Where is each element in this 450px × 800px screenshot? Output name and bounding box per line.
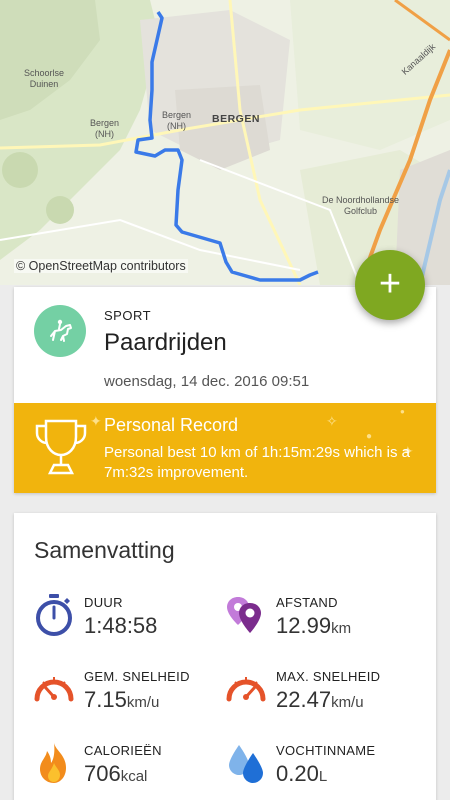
water-drops-icon xyxy=(229,745,263,783)
horse-riding-icon xyxy=(34,305,86,357)
stat-label: DUUR xyxy=(84,595,123,610)
speedometer-icon xyxy=(226,677,266,702)
activity-card: SPORT Paardrijden woensdag, 14 dec. 2016… xyxy=(14,287,436,493)
stat-distance: AFSTAND 12.99km xyxy=(226,593,426,653)
stat-value: 7.15km/u xyxy=(84,687,160,712)
sparkle-icon: ✧ xyxy=(326,413,338,429)
sparkle-icon: ✦ xyxy=(90,413,102,429)
map-label-bergen-mid: Bergen (NH) xyxy=(162,110,192,131)
map-label-bergen-left: Bergen (NH) xyxy=(90,118,120,139)
plus-icon: + xyxy=(378,262,402,305)
stat-value: 706kcal xyxy=(84,761,148,786)
flame-icon xyxy=(40,743,66,783)
sport-name: Paardrijden xyxy=(104,329,227,356)
stat-label: VOCHTINNAME xyxy=(276,743,376,758)
activity-date: woensdag, 14 dec. 2016 09:51 xyxy=(104,373,310,390)
speedometer-icon xyxy=(34,677,74,702)
map-canvas xyxy=(0,0,450,285)
stat-value: 0.20L xyxy=(276,761,328,786)
sport-label: SPORT xyxy=(104,308,152,323)
record-title: Personal Record xyxy=(104,415,239,435)
stat-duration: DUUR 1:48:58 xyxy=(34,593,234,653)
summary-card: Samenvatting DUUR 1:48:58 AFSTAND 12.99k… xyxy=(14,513,436,800)
map-label-golfclub: De Noordhollandse Golfclub xyxy=(322,195,400,216)
location-pin-icon xyxy=(227,597,261,633)
add-button[interactable]: + xyxy=(355,250,425,320)
summary-title: Samenvatting xyxy=(34,537,175,563)
route-map[interactable]: Schoorlse Duinen Bergen (NH) Bergen (NH)… xyxy=(0,0,450,285)
stat-water-intake: VOCHTINNAME 0.20L xyxy=(226,741,426,800)
map-attribution: © OpenStreetMap contributors xyxy=(14,259,188,273)
personal-record-banner[interactable]: ✦ ✧ ● ● ✦ Personal Record Personal best … xyxy=(14,403,436,493)
stopwatch-icon xyxy=(36,594,72,636)
stat-max-speed: MAX. SNELHEID 22.47km/u xyxy=(226,667,426,727)
stat-calories: CALORIEËN 706kcal xyxy=(34,741,234,800)
record-text: Personal best 10 km of 1h:15m:29s which … xyxy=(104,444,410,481)
map-label-bergen: BERGEN xyxy=(212,113,260,125)
stat-label: AFSTAND xyxy=(276,595,338,610)
stat-label: CALORIEËN xyxy=(84,743,162,758)
map-label-schoorl: Schoorlse Duinen xyxy=(24,68,65,89)
sparkle-icon: ● xyxy=(366,431,373,442)
stat-value: 1:48:58 xyxy=(84,613,158,638)
trophy-icon xyxy=(35,419,87,475)
stat-label: MAX. SNELHEID xyxy=(276,669,381,684)
stat-value: 22.47km/u xyxy=(276,687,364,712)
sparkle-icon: ● xyxy=(400,407,405,416)
stat-value: 12.99km xyxy=(276,613,352,638)
stat-avg-speed: GEM. SNELHEID 7.15km/u xyxy=(34,667,234,727)
stat-label: GEM. SNELHEID xyxy=(84,669,190,684)
